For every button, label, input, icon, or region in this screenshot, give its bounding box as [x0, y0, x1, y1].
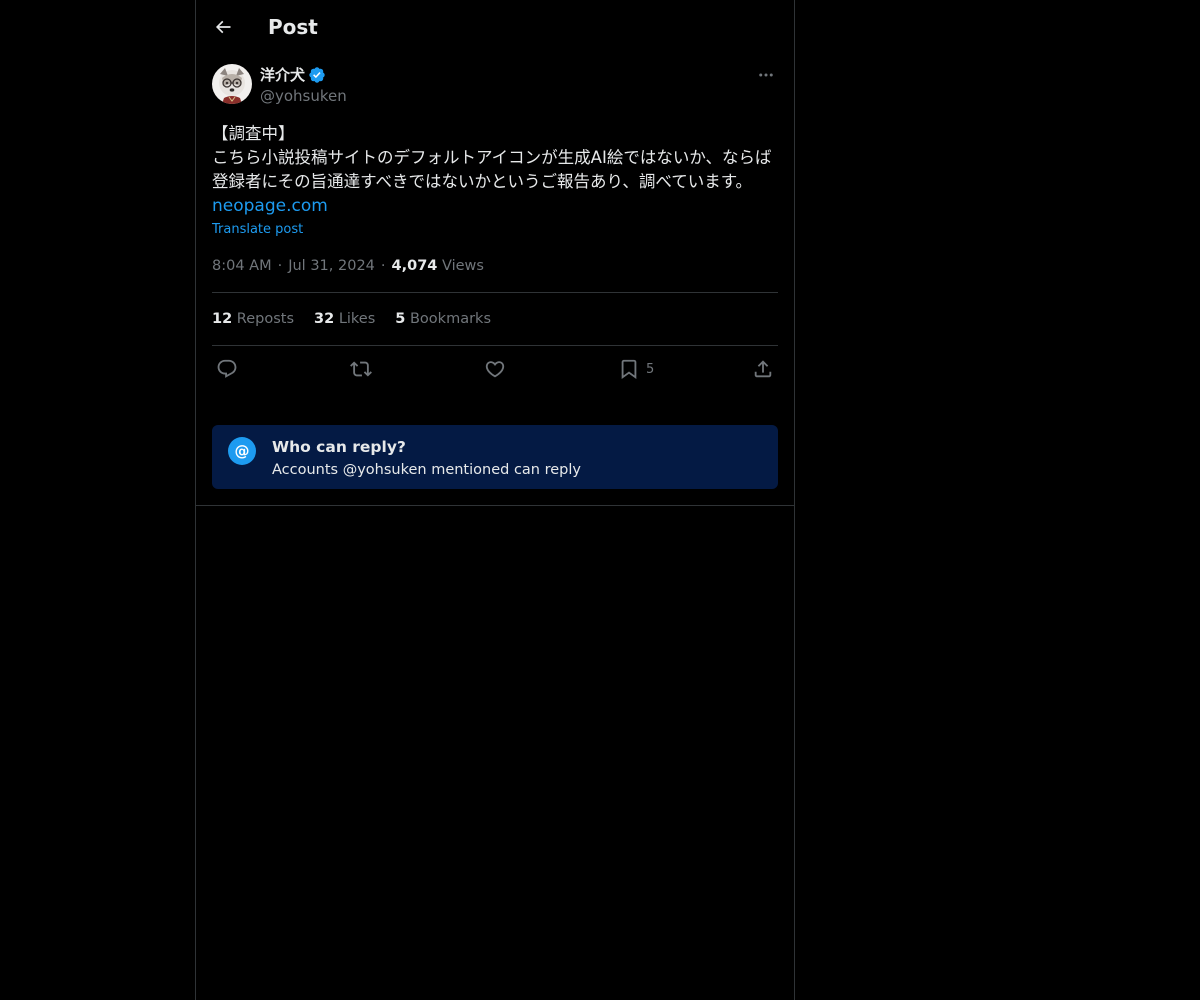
reposts-label: Reposts [236, 311, 295, 327]
more-horizontal-icon [759, 73, 773, 77]
repost-button[interactable] [350, 357, 372, 381]
reposts-stat[interactable]: 12 Reposts [212, 311, 294, 327]
bookmark-count: 5 [646, 361, 655, 377]
engagement-stats: 12 Reposts 32 Likes 5 Bookmarks [212, 293, 778, 345]
author-display-name[interactable]: 洋介犬 [260, 65, 326, 85]
bookmarks-count: 5 [395, 311, 406, 327]
share-button[interactable] [752, 357, 774, 381]
author-row: 洋介犬 @yohsuken [212, 64, 778, 108]
back-button[interactable] [208, 12, 238, 42]
mention-icon: @ [228, 437, 256, 465]
likes-count: 32 [314, 311, 335, 327]
like-button[interactable] [484, 357, 506, 381]
divider [196, 505, 794, 506]
reply-button[interactable] [216, 357, 238, 381]
likes-stat[interactable]: 32 Likes [314, 311, 375, 327]
verified-badge-icon [309, 67, 325, 83]
post-link[interactable]: neopage.com [212, 194, 778, 218]
repost-icon [350, 361, 372, 377]
views-label: Views [442, 258, 484, 274]
reply-notice-subtitle: Accounts @yohsuken mentioned can reply [272, 462, 581, 478]
post-text: 【調査中】 こちら小説投稿サイトのデフォルトアイコンが生成AI絵ではないか、なら… [212, 124, 772, 191]
post-date[interactable]: Jul 31, 2024 [288, 258, 375, 274]
arrow-left-icon [215, 20, 231, 34]
page-header: Post [196, 0, 794, 53]
bookmarks-label: Bookmarks [409, 311, 491, 327]
reply-notice-title: Who can reply? [272, 438, 406, 456]
author-handle[interactable]: @yohsuken [260, 86, 347, 106]
translate-post-link[interactable]: Translate post [212, 221, 778, 239]
post-detail: 洋介犬 @yohsuken 【調査中】 こちら小説投稿サイトのデフォルトアイコン… [212, 64, 778, 489]
more-options-button[interactable] [754, 65, 778, 85]
avatar[interactable] [212, 64, 252, 104]
author-name-text: 洋介犬 [260, 66, 306, 84]
likes-label: Likes [338, 311, 376, 327]
avatar-image [212, 64, 252, 104]
meta-separator: · [380, 258, 386, 274]
action-bar: 5 [212, 346, 778, 394]
meta-separator: · [277, 258, 283, 274]
post-time[interactable]: 8:04 AM [212, 258, 272, 274]
bookmark-icon [621, 359, 637, 380]
bookmarks-stat[interactable]: 5 Bookmarks [395, 311, 491, 327]
reposts-count: 12 [212, 311, 233, 327]
who-can-reply-notice: @ Who can reply? Accounts @yohsuken ment… [212, 425, 778, 489]
share-icon [754, 360, 772, 378]
main-column: Post 洋介犬 @yohsuken 【調査中】 こちら小説投稿サイトのデフォル… [195, 0, 795, 1000]
views-count: 4,074 [391, 258, 438, 274]
page-title: Post [268, 15, 318, 39]
reply-icon [217, 359, 237, 378]
like-icon [485, 361, 505, 378]
bookmark-button[interactable]: 5 [618, 357, 654, 381]
post-metadata: 8:04 AM · Jul 31, 2024 · 4,074 Views [212, 256, 778, 276]
